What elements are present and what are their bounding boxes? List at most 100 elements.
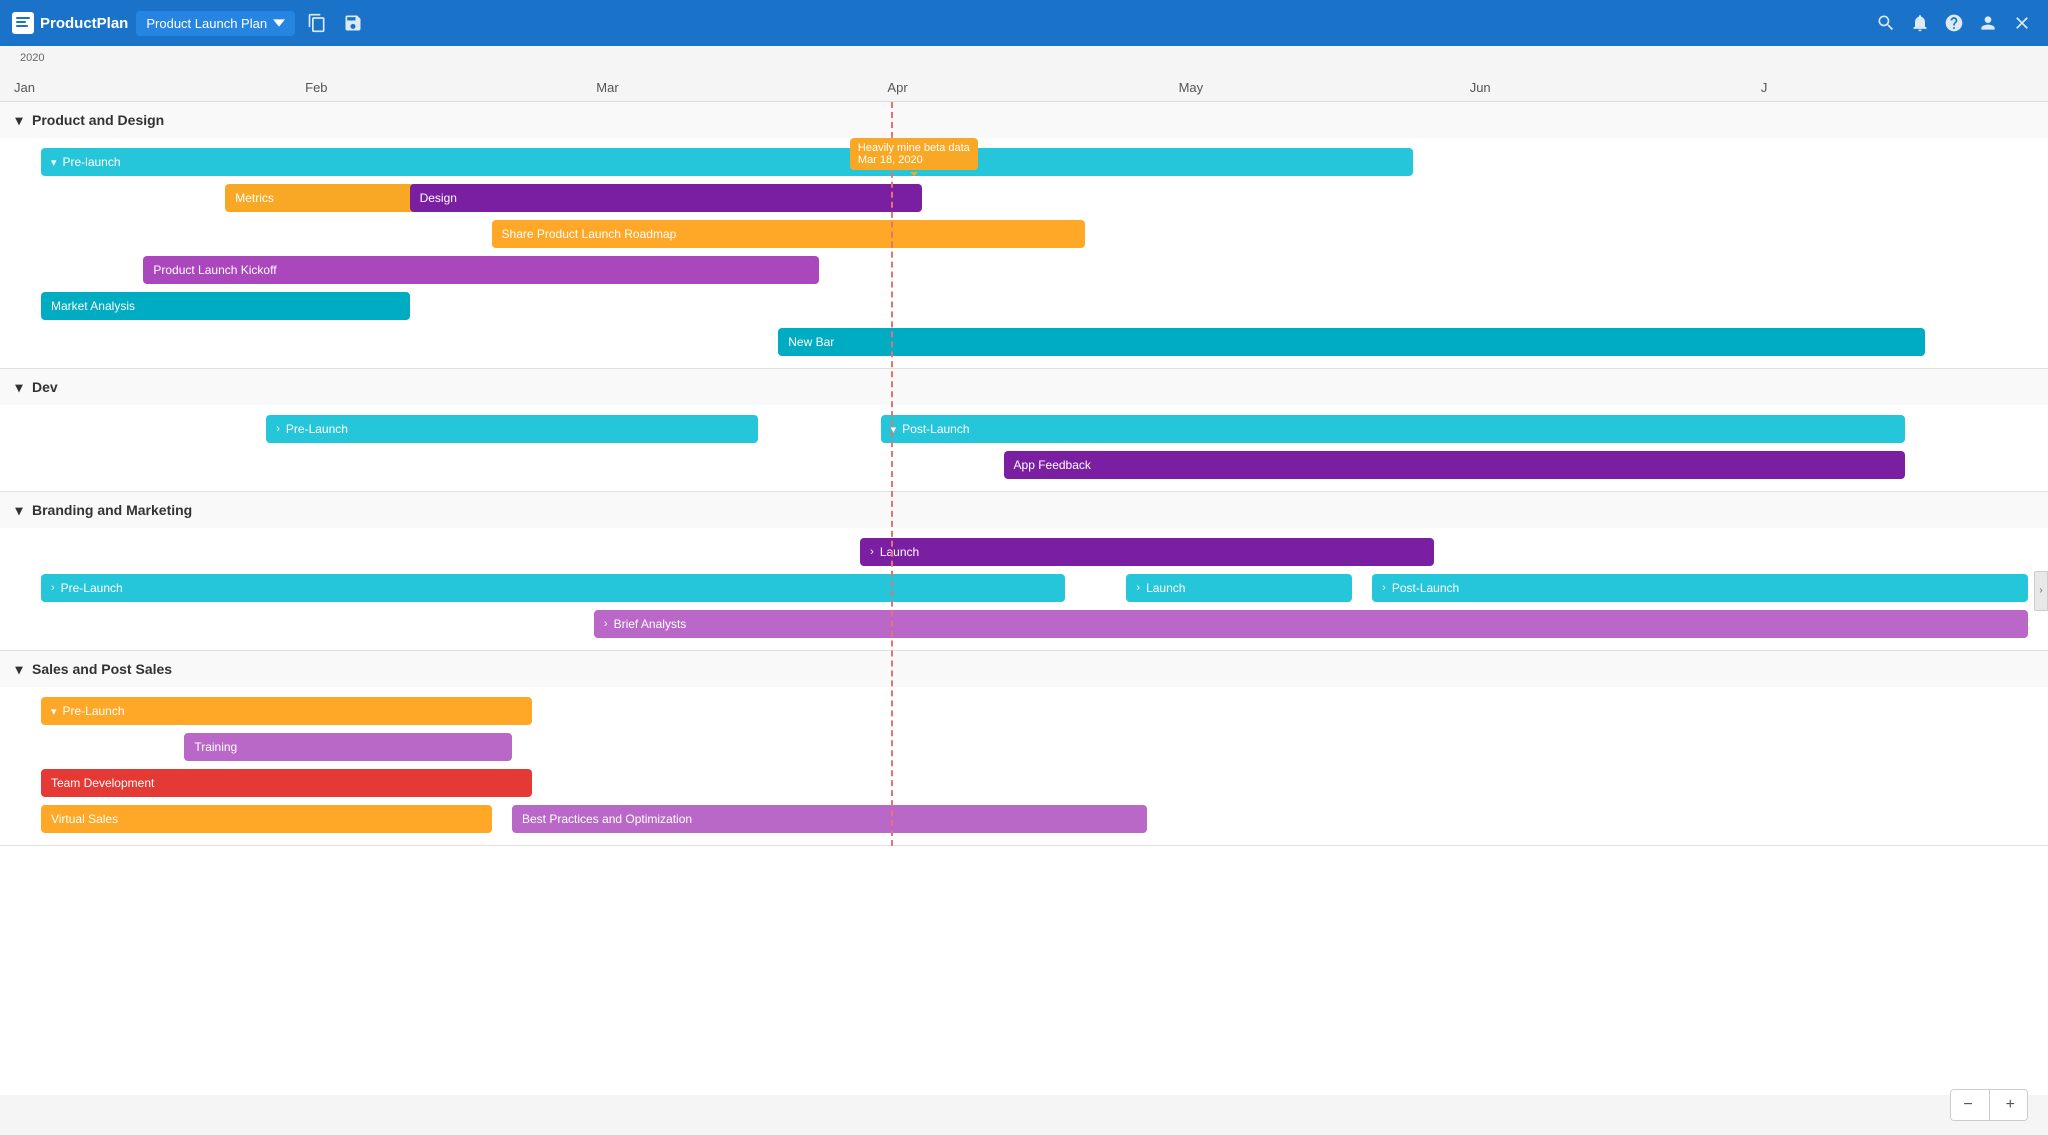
- bar-best-practices[interactable]: Best Practices and Optimization: [512, 805, 1147, 833]
- copy-button[interactable]: [303, 9, 331, 37]
- topnav: ProductPlan Product Launch Plan: [0, 0, 2048, 46]
- timeline-header: 2020 Jan Feb Mar Apr May Jun J Heavily m…: [0, 46, 2048, 102]
- save-button[interactable]: [339, 9, 367, 37]
- section-label-dev: Dev: [32, 379, 58, 395]
- productplan-icon: [12, 12, 34, 34]
- gantt-row-kickoff: Product Launch Kickoff: [0, 252, 2048, 288]
- close-button[interactable]: [2008, 9, 2036, 37]
- bar-label-branding-launch: Launch: [1146, 581, 1185, 595]
- user-button[interactable]: [1974, 9, 2002, 37]
- bar-label-dev-prelaunch: Pre-Launch: [286, 422, 348, 436]
- bar-app-feedback[interactable]: App Feedback: [1004, 451, 1905, 479]
- chevron-down-icon: ▾: [12, 113, 26, 127]
- gantt-row-virtual-sales: Virtual Sales Best Practices and Optimiz…: [0, 801, 2048, 837]
- bar-team-development[interactable]: Team Development: [41, 769, 533, 797]
- sidebar-toggle[interactable]: ›: [2034, 571, 2048, 611]
- bar-label-launch-purple: Launch: [880, 545, 919, 559]
- bar-label-share-roadmap: Share Product Launch Roadmap: [502, 227, 677, 241]
- bar-branding-launch[interactable]: › Launch: [1126, 574, 1351, 602]
- bar-design[interactable]: Design: [410, 184, 922, 212]
- bar-label-brief-analysts: Brief Analysts: [614, 617, 687, 631]
- section-header-branding[interactable]: ▾ Branding and Marketing: [0, 492, 2048, 528]
- section-body-sales: ▾ Pre-Launch Training Team Development: [0, 687, 2048, 845]
- bar-branding-prelaunch[interactable]: › Pre-Launch: [41, 574, 1065, 602]
- section-body-branding: › Launch › Pre-Launch › Launch: [0, 528, 2048, 650]
- collapse-icon-sales: ▾: [51, 705, 57, 718]
- month-feb: Feb: [301, 80, 592, 95]
- bar-label-dev-postlaunch: Post-Launch: [902, 422, 969, 436]
- section-header-sales[interactable]: ▾ Sales and Post Sales: [0, 651, 2048, 687]
- gantt-row-sales-prelaunch: ▾ Pre-Launch: [0, 693, 2048, 729]
- gantt-row-market-analysis: Market Analysis: [0, 288, 2048, 324]
- gantt-row-dev-prelaunch: › Pre-Launch ▾ Post-Launch: [0, 411, 2048, 447]
- gantt-row-prelaunch-header: ▾ Pre-launch: [0, 144, 2048, 180]
- zoom-out-button[interactable]: −: [1951, 1090, 1984, 1120]
- bar-virtual-sales[interactable]: Virtual Sales: [41, 805, 492, 833]
- bar-kickoff[interactable]: Product Launch Kickoff: [143, 256, 819, 284]
- gantt-row-share-roadmap: Share Product Launch Roadmap: [0, 216, 2048, 252]
- gantt-row-app-feedback: App Feedback: [0, 447, 2048, 483]
- month-apr: Apr: [883, 80, 1174, 95]
- plan-name: Product Launch Plan: [146, 16, 267, 31]
- section-sales: ▾ Sales and Post Sales ▾ Pre-Launch: [0, 651, 2048, 846]
- gantt-row-launch-purple: › Launch: [0, 534, 2048, 570]
- bar-new-bar[interactable]: New Bar: [778, 328, 1925, 356]
- bar-market-analysis[interactable]: Market Analysis: [41, 292, 410, 320]
- section-branding: ▾ Branding and Marketing › Launch ›: [0, 492, 2048, 651]
- plan-selector-button[interactable]: Product Launch Plan: [136, 11, 295, 36]
- brand-name: ProductPlan: [40, 15, 128, 32]
- gantt-row-metrics: Metrics Design: [0, 180, 2048, 216]
- bar-sales-prelaunch[interactable]: ▾ Pre-Launch: [41, 697, 533, 725]
- section-label-product-design: Product and Design: [32, 112, 164, 128]
- notifications-button[interactable]: [1906, 9, 1934, 37]
- bar-dev-prelaunch[interactable]: › Pre-Launch: [266, 415, 758, 443]
- gantt-scroll[interactable]: ▾ Product and Design ▾ Pre-launch Me: [0, 102, 2048, 1095]
- section-header-dev[interactable]: ▾ Dev: [0, 369, 2048, 405]
- zoom-in-button[interactable]: +: [1994, 1090, 2027, 1120]
- expand-icon-branding-launch: ›: [1136, 582, 1140, 594]
- bar-share-roadmap[interactable]: Share Product Launch Roadmap: [492, 220, 1086, 248]
- search-button[interactable]: [1872, 9, 1900, 37]
- bar-dev-postlaunch[interactable]: ▾ Post-Launch: [881, 415, 1905, 443]
- bar-branding-postlaunch[interactable]: › Post-Launch: [1372, 574, 2027, 602]
- gantt-row-brief-analysts: › Brief Analysts: [0, 606, 2048, 642]
- gantt-row-training: Training: [0, 729, 2048, 765]
- section-header-product-design[interactable]: ▾ Product and Design: [0, 102, 2048, 138]
- brand-logo: ProductPlan: [12, 12, 128, 34]
- expand-icon-dev-postlaunch: ▾: [891, 423, 897, 436]
- section-dev: ▾ Dev › Pre-Launch ▾ Post-Launch: [0, 369, 2048, 492]
- bar-training[interactable]: Training: [184, 733, 512, 761]
- year-label: 2020: [20, 52, 44, 64]
- bar-prelaunch[interactable]: ▾ Pre-launch: [41, 148, 1413, 176]
- gantt-row-team-development: Team Development: [0, 765, 2048, 801]
- bar-label-design: Design: [420, 191, 457, 205]
- zoom-divider: [1989, 1090, 1990, 1120]
- main-area: 2020 Jan Feb Mar Apr May Jun J Heavily m…: [0, 46, 2048, 1135]
- bar-label-metrics: Metrics: [235, 191, 274, 205]
- gantt-row-new-bar: New Bar: [0, 324, 2048, 360]
- bar-brief-analysts[interactable]: › Brief Analysts: [594, 610, 2028, 638]
- chevron-down-icon-sales: ▾: [12, 662, 26, 676]
- zoom-controls: − +: [1950, 1089, 2028, 1121]
- month-jan: Jan: [10, 80, 301, 95]
- bar-label-prelaunch: Pre-launch: [62, 155, 120, 169]
- section-label-branding: Branding and Marketing: [32, 502, 192, 518]
- collapse-icon: ▾: [51, 156, 57, 169]
- section-label-sales: Sales and Post Sales: [32, 661, 172, 677]
- help-button[interactable]: [1940, 9, 1968, 37]
- bar-launch-purple[interactable]: › Launch: [860, 538, 1433, 566]
- chevron-down-icon-dev: ▾: [12, 380, 26, 394]
- bar-label-branding-postlaunch: Post-Launch: [1392, 581, 1459, 595]
- gantt-row-branding-prelaunch: › Pre-Launch › Launch › Post-Launch: [0, 570, 2048, 606]
- bar-label-app-feedback: App Feedback: [1014, 458, 1091, 472]
- bar-label-best-practices: Best Practices and Optimization: [522, 812, 692, 826]
- bar-label-training: Training: [194, 740, 237, 754]
- section-body-dev: › Pre-Launch ▾ Post-Launch App Feedback: [0, 405, 2048, 491]
- expand-icon-brief-analysts: ›: [604, 618, 608, 630]
- expand-icon-branding-postlaunch: ›: [1382, 582, 1386, 594]
- bar-metrics[interactable]: Metrics: [225, 184, 430, 212]
- bar-label-market-analysis: Market Analysis: [51, 299, 135, 313]
- gantt-container: ▾ Product and Design ▾ Pre-launch Me: [0, 102, 2048, 846]
- chevron-down-icon-branding: ▾: [12, 503, 26, 517]
- bar-label-team-development: Team Development: [51, 776, 154, 790]
